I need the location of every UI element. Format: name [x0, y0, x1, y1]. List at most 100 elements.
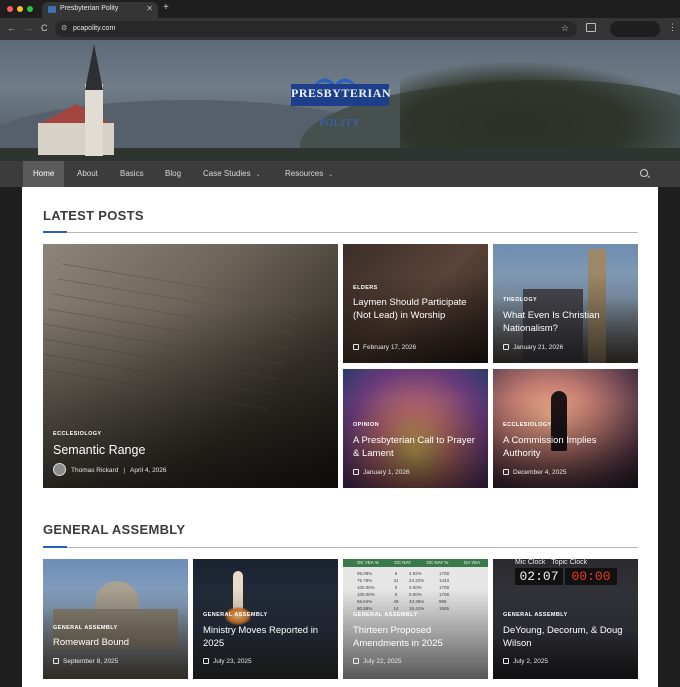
post-meta: January 1, 2026 [353, 469, 410, 476]
post-card[interactable]: GENERAL ASSEMBLY Romeward Bound Septembe… [43, 559, 188, 679]
post-date: July 22, 2025 [363, 658, 402, 665]
vote-table-heading: OC NAY [394, 560, 412, 565]
calendar-icon [353, 469, 359, 475]
site-navigation: Home About Basics Blog Case Studies ⌄ Res… [0, 161, 680, 187]
vote-table-cell: 1708 [439, 571, 450, 576]
church-spire [85, 44, 103, 90]
url-text[interactable]: pcapolity.com [73, 25, 115, 32]
browser-tab[interactable]: Presbyterian Polity ✕ [42, 2, 158, 18]
card-shade [43, 305, 338, 488]
post-date: September 8, 2025 [63, 658, 119, 665]
post-title[interactable]: Romeward Bound [53, 637, 180, 650]
nav-item-case-studies[interactable]: Case Studies ⌄ [193, 161, 271, 187]
close-window-button[interactable] [7, 6, 13, 12]
nav-item-label: About [77, 169, 98, 178]
vote-table-row: 95.08% 6 4.92% 1708 [357, 570, 459, 577]
reload-button[interactable]: C [41, 23, 48, 34]
tab-title: Presbyterian Polity [60, 5, 119, 12]
post-category[interactable]: OPINION [353, 422, 379, 428]
calendar-icon [353, 344, 359, 350]
post-category[interactable]: ECCLESIOLOGY [503, 422, 552, 428]
nav-item-home[interactable]: Home [23, 161, 65, 187]
hero-banner: PRESBYTERIAN POLITY [0, 40, 680, 161]
logo-title[interactable]: PRESBYTERIAN [291, 86, 391, 101]
post-title[interactable]: Laymen Should Participate (Not Lead) in … [353, 297, 480, 322]
nav-item-label: Home [33, 169, 55, 178]
side-panel-icon[interactable] [586, 23, 596, 32]
section-accent [43, 546, 67, 548]
post-date: December 4, 2025 [513, 469, 567, 476]
post-category[interactable]: GENERAL ASSEMBLY [53, 625, 118, 631]
meta-separator: | [123, 467, 126, 474]
nav-item-basics[interactable]: Basics [110, 161, 154, 187]
nav-item-label: Resources [285, 169, 324, 178]
post-meta: December 4, 2025 [503, 469, 566, 476]
post-card-feature[interactable]: ECCLESIOLOGY Semantic Range Thomas Ricka… [43, 244, 338, 488]
post-card[interactable]: Mic Clock Topic Clock 02:07 00:00 GENERA… [493, 559, 638, 679]
nav-item-label: Blog [165, 169, 182, 178]
post-date: February 17, 2026 [363, 344, 417, 351]
post-meta: July 2, 2025 [503, 658, 548, 665]
vote-table-cell: 31 [393, 578, 399, 583]
post-title[interactable]: Semantic Range [53, 443, 330, 458]
post-meta: Thomas Rickard | April 4, 2026 [53, 463, 167, 476]
address-bar[interactable]: ⚙ pcapolity.com ☆ [55, 21, 577, 37]
post-card[interactable]: OPINION A Presbyterian Call to Prayer & … [343, 369, 488, 488]
post-title[interactable]: DeYoung, Decorum, & Doug Wilson [503, 625, 630, 650]
search-icon[interactable] [640, 169, 648, 177]
forward-button[interactable]: → [24, 23, 33, 34]
post-card[interactable]: ELDERS Laymen Should Participate (Not Le… [343, 244, 488, 363]
mic-clock-label: Mic Clock [515, 559, 546, 566]
post-category[interactable]: GENERAL ASSEMBLY [503, 612, 568, 618]
calendar-icon [353, 658, 359, 664]
site-info-icon[interactable]: ⚙ [61, 24, 67, 32]
post-card[interactable]: THEOLOGY What Even Is Christian National… [493, 244, 638, 363]
post-category[interactable]: ELDERS [353, 285, 378, 291]
post-meta: July 23, 2025 [203, 658, 252, 665]
window-controls [7, 6, 33, 12]
post-title[interactable]: Thirteen Proposed Amendments in 2025 [353, 625, 480, 650]
nav-item-label: Basics [120, 169, 144, 178]
minimize-window-button[interactable] [17, 6, 23, 12]
post-author[interactable]: Thomas Rickard [71, 467, 118, 474]
post-category[interactable]: GENERAL ASSEMBLY [353, 612, 418, 618]
nav-item-about[interactable]: About [67, 161, 108, 187]
vote-table-cell: 6 [394, 571, 398, 576]
post-category[interactable]: ECCLESIOLOGY [53, 431, 102, 437]
post-category[interactable]: GENERAL ASSEMBLY [203, 612, 268, 618]
calendar-icon [203, 658, 209, 664]
nav-item-blog[interactable]: Blog [155, 161, 191, 187]
browser-toolbar: ← → C ⚙ pcapolity.com ☆ ⋮ [0, 18, 680, 40]
section-divider [43, 547, 638, 548]
post-card[interactable]: GENERAL ASSEMBLY Ministry Moves Reported… [193, 559, 338, 679]
back-button[interactable]: ← [7, 23, 16, 34]
post-title[interactable]: What Even Is Christian Nationalism? [503, 310, 630, 335]
post-card[interactable]: ECCLESIOLOGY A Commission Implies Author… [493, 369, 638, 488]
post-meta: July 22, 2025 [353, 658, 402, 665]
new-tab-button[interactable]: + [163, 2, 169, 14]
logo-subtitle[interactable]: POLITY [291, 118, 389, 129]
post-date: January 1, 2026 [363, 469, 410, 476]
topic-clock-label: Topic Clock [551, 559, 588, 566]
tab-close-icon[interactable]: ✕ [146, 4, 153, 14]
chevron-down-icon: ⌄ [255, 172, 261, 178]
post-category[interactable]: THEOLOGY [503, 297, 537, 303]
vote-table-heading: OC YEA % [357, 560, 379, 565]
post-title[interactable]: A Commission Implies Authority [503, 435, 630, 460]
post-meta: February 17, 2026 [353, 344, 416, 351]
mic-clock-display: 02:07 [515, 568, 563, 585]
card-shade [43, 589, 188, 679]
clock-labels: Mic Clock Topic Clock [515, 559, 587, 566]
nav-item-resources[interactable]: Resources ⌄ [275, 161, 343, 187]
bookmark-star-icon[interactable]: ☆ [561, 23, 569, 34]
post-title[interactable]: Ministry Moves Reported in 2025 [203, 625, 330, 650]
calendar-icon [503, 344, 509, 350]
post-date: July 2, 2025 [513, 658, 549, 665]
profile-button[interactable] [610, 21, 660, 37]
trees-shape [400, 60, 680, 161]
post-date: January 21, 2026 [513, 344, 564, 351]
post-card[interactable]: OC YEA % OC NAY OC NAY % GA YEA 95.08% 6 4… [343, 559, 488, 679]
maximize-window-button[interactable] [27, 6, 33, 12]
post-title[interactable]: A Presbyterian Call to Prayer & Lament [353, 435, 480, 460]
browser-menu-icon[interactable]: ⋮ [668, 22, 677, 33]
